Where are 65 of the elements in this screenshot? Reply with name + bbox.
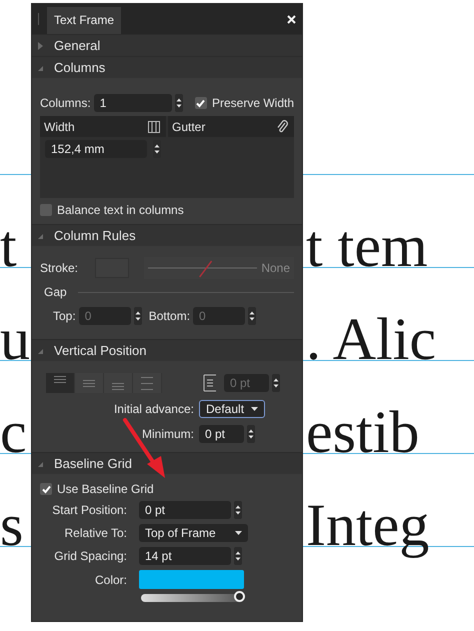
width-field[interactable]: 152,4 mm xyxy=(45,140,147,158)
section-header[interactable]: Baseline Grid xyxy=(32,452,302,474)
alignment-icon xyxy=(54,376,66,383)
minimum-label: Minimum: xyxy=(140,427,194,441)
columns-label: Columns: xyxy=(40,96,91,110)
bottom-label: Bottom: xyxy=(148,309,190,323)
alignment-icon xyxy=(112,383,124,390)
grid-spacing-label: Grid Spacing: xyxy=(53,549,127,563)
top-label: Top: xyxy=(53,309,76,323)
stepper-icon[interactable] xyxy=(174,94,183,112)
alignment-icon xyxy=(141,376,153,390)
section-title: General xyxy=(54,38,100,53)
columns-field[interactable]: 1 xyxy=(94,94,172,112)
relative-to-dropdown[interactable]: Top of Frame xyxy=(139,524,248,542)
color-swatch[interactable] xyxy=(139,570,244,589)
stepper-icon[interactable] xyxy=(248,307,256,325)
no-stroke-icon xyxy=(148,258,258,278)
section-header[interactable]: Columns xyxy=(32,56,302,78)
checkbox[interactable] xyxy=(40,204,52,216)
start-position-field[interactable]: 0 pt xyxy=(139,501,231,519)
panel-tab[interactable]: Text Frame xyxy=(47,7,122,34)
document-text: t xyxy=(0,212,17,281)
document-text: Integ xyxy=(305,491,430,560)
document-text: c xyxy=(0,398,27,467)
columns-icon xyxy=(148,120,160,132)
checkbox-label: Preserve Width xyxy=(212,96,294,110)
caret-icon xyxy=(251,407,258,411)
section-title: Columns xyxy=(54,60,106,75)
slider-thumb[interactable] xyxy=(234,591,245,602)
section-header[interactable]: Vertical Position xyxy=(32,339,302,361)
document-text: s xyxy=(0,491,24,560)
column-header: Width xyxy=(44,120,75,134)
relative-to-label: Relative To: xyxy=(64,526,127,540)
section-title: Baseline Grid xyxy=(54,456,132,471)
stepper-icon[interactable] xyxy=(234,501,242,519)
document-text: . Alic xyxy=(305,305,436,374)
column-header: Gutter xyxy=(172,120,206,134)
grid-spacing-field[interactable]: 14 pt xyxy=(139,547,231,565)
checkbox-label: Balance text in columns xyxy=(57,203,184,217)
stepper-icon[interactable] xyxy=(272,374,280,392)
initial-advance-dropdown[interactable]: Default xyxy=(199,400,265,418)
caret-icon xyxy=(235,531,242,535)
alignment-icon xyxy=(83,380,95,386)
section-header[interactable]: General xyxy=(32,34,302,56)
start-position-label: Start Position: xyxy=(51,503,127,517)
color-label: Color: xyxy=(94,572,127,586)
stroke-label: Stroke: xyxy=(40,261,78,275)
gap-label: Gap xyxy=(44,285,67,299)
close-icon[interactable] xyxy=(287,15,296,24)
document-text: u xyxy=(0,305,30,374)
checkbox[interactable] xyxy=(194,97,207,109)
checkbox-label: Use Baseline Grid xyxy=(57,482,154,496)
baseline-offset-icon xyxy=(203,374,217,392)
section-title: Column Rules xyxy=(54,228,136,243)
document-text: t tem xyxy=(305,212,428,281)
checkbox[interactable] xyxy=(40,483,52,495)
stepper-icon[interactable] xyxy=(247,425,255,443)
paperclip-icon[interactable] xyxy=(276,120,288,133)
stepper-icon[interactable] xyxy=(234,547,242,565)
document-text: estib xyxy=(305,398,420,467)
initial-advance-label: Initial advance: xyxy=(112,402,194,416)
stepper-icon[interactable] xyxy=(134,307,142,325)
alignment-button[interactable] xyxy=(46,373,74,393)
section-title: Vertical Position xyxy=(54,343,146,358)
minimum-field[interactable]: 0 pt xyxy=(199,425,244,443)
